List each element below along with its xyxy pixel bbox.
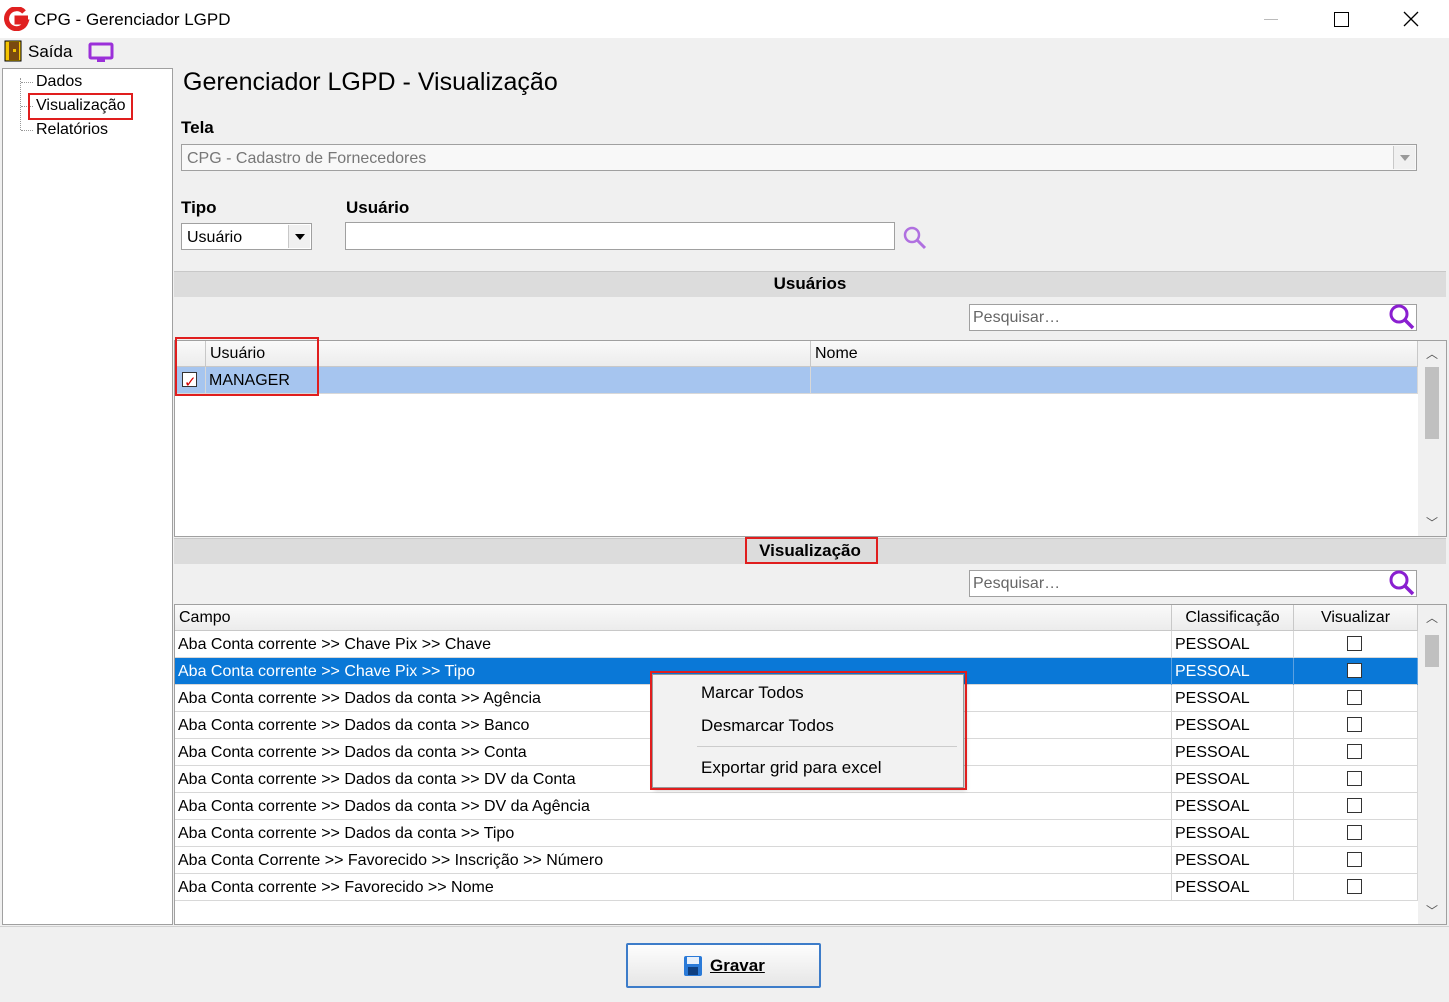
users-col-nome[interactable]: Nome — [811, 341, 1418, 367]
visualizar-checkbox[interactable] — [1347, 636, 1362, 651]
visualizar-checkbox[interactable] — [1347, 717, 1362, 732]
view-search-placeholder: Pesquisar… — [973, 575, 1061, 592]
tree-connector — [21, 130, 33, 131]
chevron-up-icon[interactable]: ︿ — [1418, 605, 1446, 631]
view-row-visualizar — [1294, 847, 1418, 874]
view-row-campo: Aba Conta corrente >> Chave Pix >> Chave — [175, 631, 1172, 658]
view-row-classificacao: PESSOAL — [1172, 685, 1294, 712]
highlight-box — [175, 337, 319, 396]
users-search-input[interactable]: Pesquisar… — [969, 304, 1417, 331]
tipo-select-value: Usuário — [187, 229, 243, 246]
sidebar-item-dados[interactable]: Dados — [36, 73, 82, 91]
scroll-thumb[interactable] — [1425, 367, 1439, 439]
users-search-placeholder: Pesquisar… — [973, 309, 1061, 326]
view-row-classificacao: PESSOAL — [1172, 739, 1294, 766]
table-row[interactable]: Aba Conta corrente >> Chave Pix >> Chave… — [175, 631, 1418, 658]
view-row-classificacao: PESSOAL — [1172, 847, 1294, 874]
minimize-button[interactable] — [1236, 0, 1306, 38]
visualizar-checkbox[interactable] — [1347, 690, 1362, 705]
chevron-down-icon[interactable] — [288, 225, 310, 248]
table-row[interactable]: Aba Conta corrente >> Dados da conta >> … — [175, 793, 1418, 820]
visualizar-checkbox[interactable] — [1347, 798, 1362, 813]
view-row-classificacao: PESSOAL — [1172, 874, 1294, 901]
view-row-visualizar — [1294, 739, 1418, 766]
visualizar-checkbox[interactable] — [1347, 663, 1362, 678]
users-scrollbar[interactable]: ︿ ﹀ — [1418, 341, 1446, 536]
view-row-classificacao: PESSOAL — [1172, 712, 1294, 739]
sidebar-tree — [2, 68, 173, 925]
view-row-classificacao: PESSOAL — [1172, 793, 1294, 820]
chevron-up-icon[interactable]: ︿ — [1418, 341, 1446, 367]
monitor-icon[interactable] — [88, 42, 114, 64]
table-row[interactable]: MANAGER — [175, 367, 1418, 394]
exit-button[interactable]: Saída — [28, 42, 72, 62]
search-icon[interactable] — [1388, 569, 1416, 597]
highlight-box — [650, 671, 967, 790]
view-row-visualizar — [1294, 631, 1418, 658]
view-row-visualizar — [1294, 658, 1418, 685]
toolbar — [0, 38, 1449, 66]
view-row-campo: Aba Conta corrente >> Favorecido >> Nome — [175, 874, 1172, 901]
view-grid-header: Campo Classificação Visualizar — [175, 605, 1418, 631]
view-search-input[interactable]: Pesquisar… — [969, 570, 1417, 597]
tela-label: Tela — [181, 118, 214, 137]
users-row-nome — [811, 367, 1418, 394]
page-title: Gerenciador LGPD - Visualização — [183, 68, 558, 96]
app-logo-icon — [4, 7, 30, 31]
highlight-box — [745, 537, 878, 564]
view-row-visualizar — [1294, 874, 1418, 901]
view-row-campo: Aba Conta corrente >> Dados da conta >> … — [175, 820, 1172, 847]
close-icon — [1403, 11, 1419, 27]
users-section-header: Usuários — [174, 271, 1446, 297]
visualizar-checkbox[interactable] — [1347, 879, 1362, 894]
view-row-campo: Aba Conta Corrente >> Favorecido >> Insc… — [175, 847, 1172, 874]
users-grid: Usuário Nome MANAGER ︿ ﹀ — [174, 340, 1447, 537]
save-button-label: Gravar — [710, 956, 765, 975]
view-col-visualizar[interactable]: Visualizar — [1294, 605, 1418, 631]
view-row-campo: Aba Conta corrente >> Dados da conta >> … — [175, 793, 1172, 820]
view-scrollbar[interactable]: ︿ ﹀ — [1418, 605, 1446, 924]
visualizar-checkbox[interactable] — [1347, 744, 1362, 759]
tipo-label: Tipo — [181, 198, 217, 217]
view-row-classificacao: PESSOAL — [1172, 631, 1294, 658]
search-icon[interactable] — [902, 225, 928, 251]
view-row-classificacao: PESSOAL — [1172, 766, 1294, 793]
tela-select[interactable]: CPG - Cadastro de Fornecedores — [181, 144, 1417, 171]
view-row-visualizar — [1294, 793, 1418, 820]
search-icon[interactable] — [1388, 303, 1416, 331]
visualizar-checkbox[interactable] — [1347, 825, 1362, 840]
view-row-classificacao: PESSOAL — [1172, 820, 1294, 847]
view-row-visualizar — [1294, 820, 1418, 847]
tipo-select[interactable]: Usuário — [181, 223, 312, 250]
exit-icon[interactable] — [4, 40, 22, 62]
usuario-label: Usuário — [346, 198, 410, 217]
scroll-thumb[interactable] — [1425, 635, 1439, 667]
sidebar-item-relatorios[interactable]: Relatórios — [36, 121, 108, 139]
tree-connector — [20, 78, 21, 130]
table-row[interactable]: Aba Conta Corrente >> Favorecido >> Insc… — [175, 847, 1418, 874]
chevron-down-icon[interactable]: ﹀ — [1418, 510, 1446, 536]
view-col-classificacao[interactable]: Classificação — [1172, 605, 1294, 631]
view-col-campo[interactable]: Campo — [175, 605, 1172, 631]
view-row-visualizar — [1294, 712, 1418, 739]
window-title: CPG - Gerenciador LGPD — [34, 10, 231, 29]
tree-connector — [21, 82, 33, 83]
usuario-input[interactable] — [345, 222, 895, 250]
highlight-box — [28, 93, 133, 120]
table-row[interactable]: Aba Conta corrente >> Dados da conta >> … — [175, 820, 1418, 847]
chevron-down-icon[interactable] — [1393, 146, 1415, 169]
tela-select-value: CPG - Cadastro de Fornecedores — [187, 150, 427, 167]
users-grid-header: Usuário Nome — [175, 341, 1418, 367]
visualizar-checkbox[interactable] — [1347, 771, 1362, 786]
close-button[interactable] — [1376, 0, 1446, 38]
view-row-visualizar — [1294, 766, 1418, 793]
table-row[interactable]: Aba Conta corrente >> Favorecido >> Nome… — [175, 874, 1418, 901]
view-row-visualizar — [1294, 685, 1418, 712]
save-button[interactable]: Gravar — [626, 943, 821, 988]
view-row-classificacao: PESSOAL — [1172, 658, 1294, 685]
maximize-button[interactable] — [1306, 0, 1376, 38]
chevron-down-icon[interactable]: ﹀ — [1418, 898, 1446, 924]
floppy-disk-icon — [684, 956, 702, 976]
visualizar-checkbox[interactable] — [1347, 852, 1362, 867]
